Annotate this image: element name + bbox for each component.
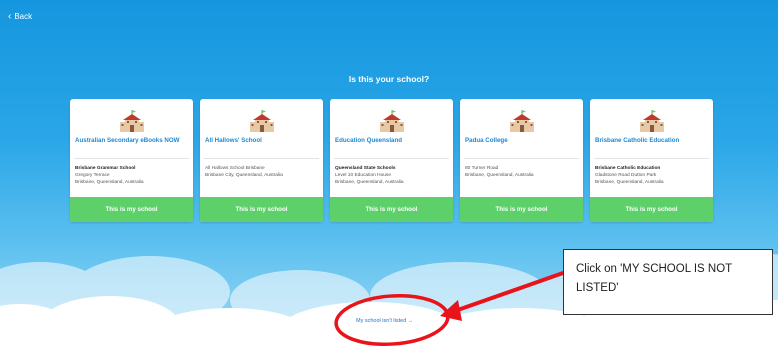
annotation-callout: Click on 'MY SCHOOL IS NOT LISTED' <box>563 249 773 315</box>
page: ‹ Back Is this your school? Australian S… <box>0 0 778 347</box>
highlight-ellipse <box>334 293 450 347</box>
annotation-arrow-shaft <box>450 271 565 314</box>
annotation-arrowhead <box>440 300 462 321</box>
